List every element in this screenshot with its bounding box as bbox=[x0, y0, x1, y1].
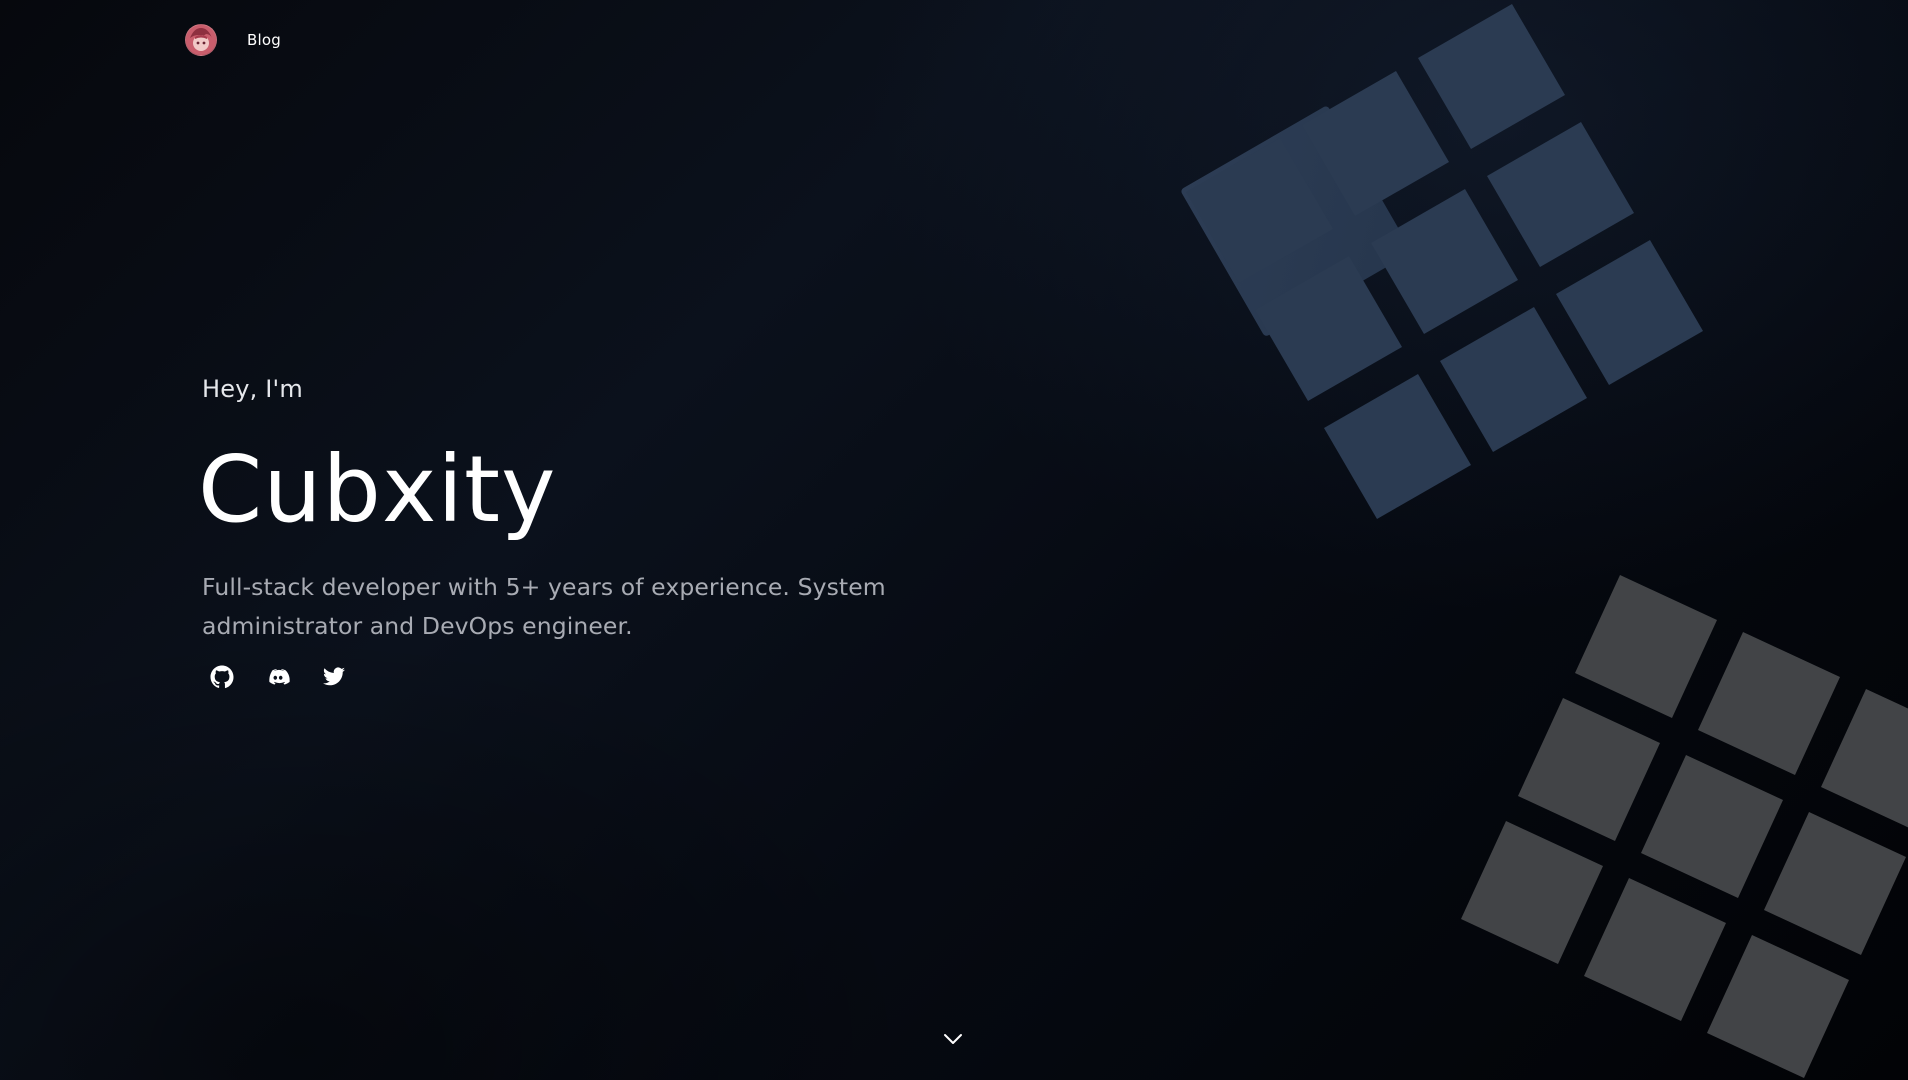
gray-tile bbox=[1707, 935, 1849, 1078]
blue-grid bbox=[1186, 4, 1703, 519]
blue-tile bbox=[1487, 122, 1634, 267]
avatar-image bbox=[186, 25, 216, 55]
greeting-text: Hey, I'm bbox=[202, 375, 303, 403]
gray-tile bbox=[1518, 698, 1660, 841]
blue-tile bbox=[1440, 307, 1587, 452]
gray-tile bbox=[1821, 689, 1908, 828]
hero-section: Hey, I'm Cubxity Full-stack developer wi… bbox=[198, 372, 922, 692]
chevron-down-icon bbox=[944, 1034, 962, 1044]
gray-tile bbox=[1764, 812, 1906, 955]
blue-tile bbox=[1418, 4, 1565, 149]
gray-tile bbox=[1461, 821, 1603, 964]
blue-tile-grid bbox=[1181, 106, 1411, 336]
gray-tile bbox=[1584, 878, 1726, 1021]
gray-tile bbox=[1641, 755, 1783, 898]
gray-tile bbox=[1575, 575, 1717, 718]
gray-grid bbox=[1461, 575, 1908, 1078]
nav-blog-link[interactable]: Blog bbox=[247, 31, 281, 49]
blue-tile bbox=[1324, 374, 1471, 519]
twitter-icon bbox=[323, 667, 345, 686]
discord-link[interactable] bbox=[263, 662, 293, 692]
blue-tile bbox=[1255, 256, 1402, 401]
tagline-text: Full-stack developer with 5+ years of ex… bbox=[202, 573, 886, 640]
twitter-link[interactable] bbox=[319, 662, 349, 692]
gray-tile bbox=[1698, 632, 1840, 775]
scroll-down-button[interactable] bbox=[942, 1030, 964, 1048]
top-nav: Blog bbox=[185, 23, 281, 57]
avatar[interactable] bbox=[185, 24, 217, 56]
github-link[interactable] bbox=[207, 662, 237, 692]
blue-tile bbox=[1302, 71, 1449, 216]
page-title: Cubxity bbox=[198, 436, 557, 543]
blue-tile bbox=[1186, 138, 1333, 283]
discord-icon bbox=[269, 669, 290, 685]
github-icon bbox=[210, 665, 234, 689]
blue-tile bbox=[1371, 189, 1518, 334]
blue-tile bbox=[1181, 106, 1411, 336]
blue-tile bbox=[1556, 240, 1703, 385]
social-links bbox=[207, 662, 922, 692]
